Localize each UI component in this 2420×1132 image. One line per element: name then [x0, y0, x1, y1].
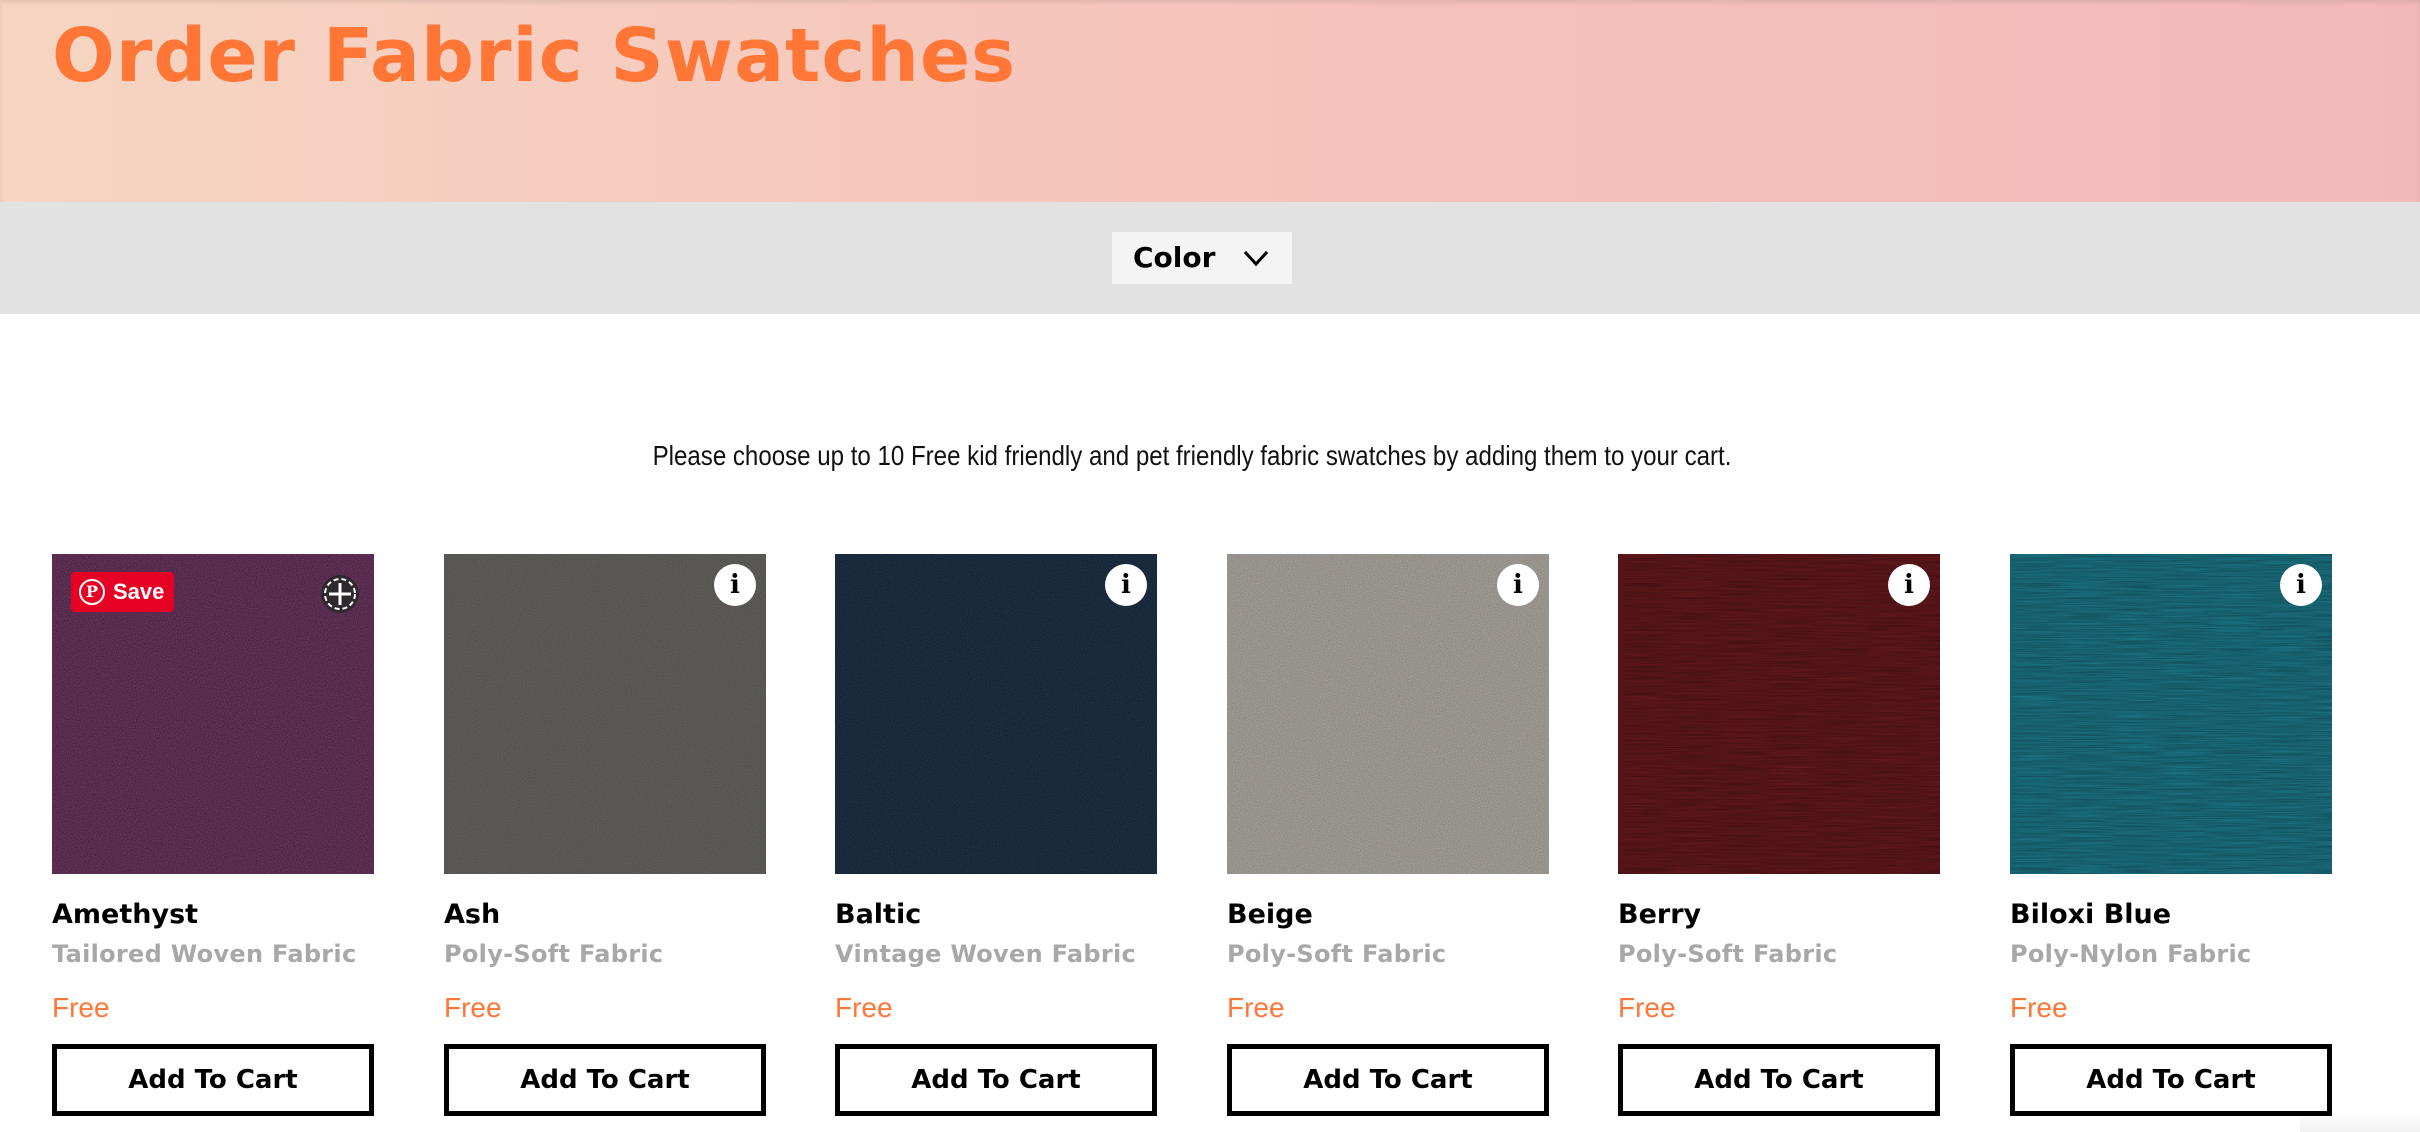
swatch-price: Free: [2010, 992, 2068, 1023]
pinterest-save-label: Save: [113, 579, 165, 604]
add-to-cart-button[interactable]: Add To Cart: [835, 1044, 1157, 1116]
swatch-fabric: Vintage Woven Fabric: [835, 940, 1137, 968]
swatch-price: Free: [835, 992, 893, 1023]
info-button[interactable]: i: [2280, 564, 2322, 606]
add-to-cart-button[interactable]: Add To Cart: [2010, 1044, 2332, 1116]
swatch-card: i Baltic Vintage Woven Fabric Free Add T…: [835, 554, 1157, 1116]
page-corner-shadow: [2300, 1112, 2420, 1132]
swatch-card: i Berry Poly-Soft Fabric Free Add To Car…: [1618, 554, 1940, 1116]
info-icon: i: [730, 570, 740, 600]
swatch-image[interactable]: [1618, 554, 1940, 874]
swatch-fabric: Poly-Soft Fabric: [1618, 940, 1838, 968]
info-button[interactable]: i: [1497, 564, 1539, 606]
swatch-price: Free: [52, 992, 110, 1023]
info-button[interactable]: i: [1105, 564, 1147, 606]
add-to-cart-button[interactable]: Add To Cart: [1227, 1044, 1549, 1116]
swatch-name: Baltic: [835, 899, 922, 930]
swatch-image[interactable]: [835, 554, 1157, 874]
info-icon: i: [1904, 570, 1914, 600]
info-icon: i: [2296, 570, 2306, 600]
swatch-card: i Ash Poly-Soft Fabric Free Add To Cart: [444, 554, 766, 1116]
swatch-fabric: Poly-Soft Fabric: [444, 940, 664, 968]
pinterest-save-button[interactable]: P Save: [71, 572, 175, 612]
swatch-name: Berry: [1618, 899, 1702, 930]
zoom-icon[interactable]: [314, 568, 366, 620]
swatch-price: Free: [1227, 992, 1285, 1023]
swatch-image[interactable]: [1227, 554, 1549, 874]
add-to-cart-button[interactable]: Add To Cart: [444, 1044, 766, 1116]
swatch-name: Amethyst: [52, 899, 199, 930]
swatch-price: Free: [444, 992, 502, 1023]
info-icon: i: [1121, 570, 1131, 600]
swatch-card: i Beige Poly-Soft Fabric Free Add To Car…: [1227, 554, 1549, 1116]
swatch-image[interactable]: [444, 554, 766, 874]
swatch-image[interactable]: [2010, 554, 2332, 874]
swatch-fabric: Poly-Soft Fabric: [1227, 940, 1447, 968]
swatch-price: Free: [1618, 992, 1676, 1023]
swatch-card: P Save Amethyst Tailored Woven Fabric Fr…: [52, 554, 374, 1116]
pinterest-icon: P: [79, 579, 105, 605]
swatch-fabric: Tailored Woven Fabric: [52, 940, 357, 968]
info-button[interactable]: i: [1888, 564, 1930, 606]
swatch-fabric: Poly-Nylon Fabric: [2010, 940, 2252, 968]
swatch-name: Beige: [1227, 899, 1313, 930]
add-to-cart-button[interactable]: Add To Cart: [52, 1044, 374, 1116]
swatch-grid: P Save Amethyst Tailored Woven Fabric Fr…: [0, 0, 2420, 1132]
swatch-card: i Biloxi Blue Poly-Nylon Fabric Free Add…: [2010, 554, 2332, 1116]
swatch-name: Biloxi Blue: [2010, 899, 2172, 930]
info-button[interactable]: i: [714, 564, 756, 606]
swatch-name: Ash: [444, 899, 501, 930]
info-icon: i: [1513, 570, 1523, 600]
add-to-cart-button[interactable]: Add To Cart: [1618, 1044, 1940, 1116]
